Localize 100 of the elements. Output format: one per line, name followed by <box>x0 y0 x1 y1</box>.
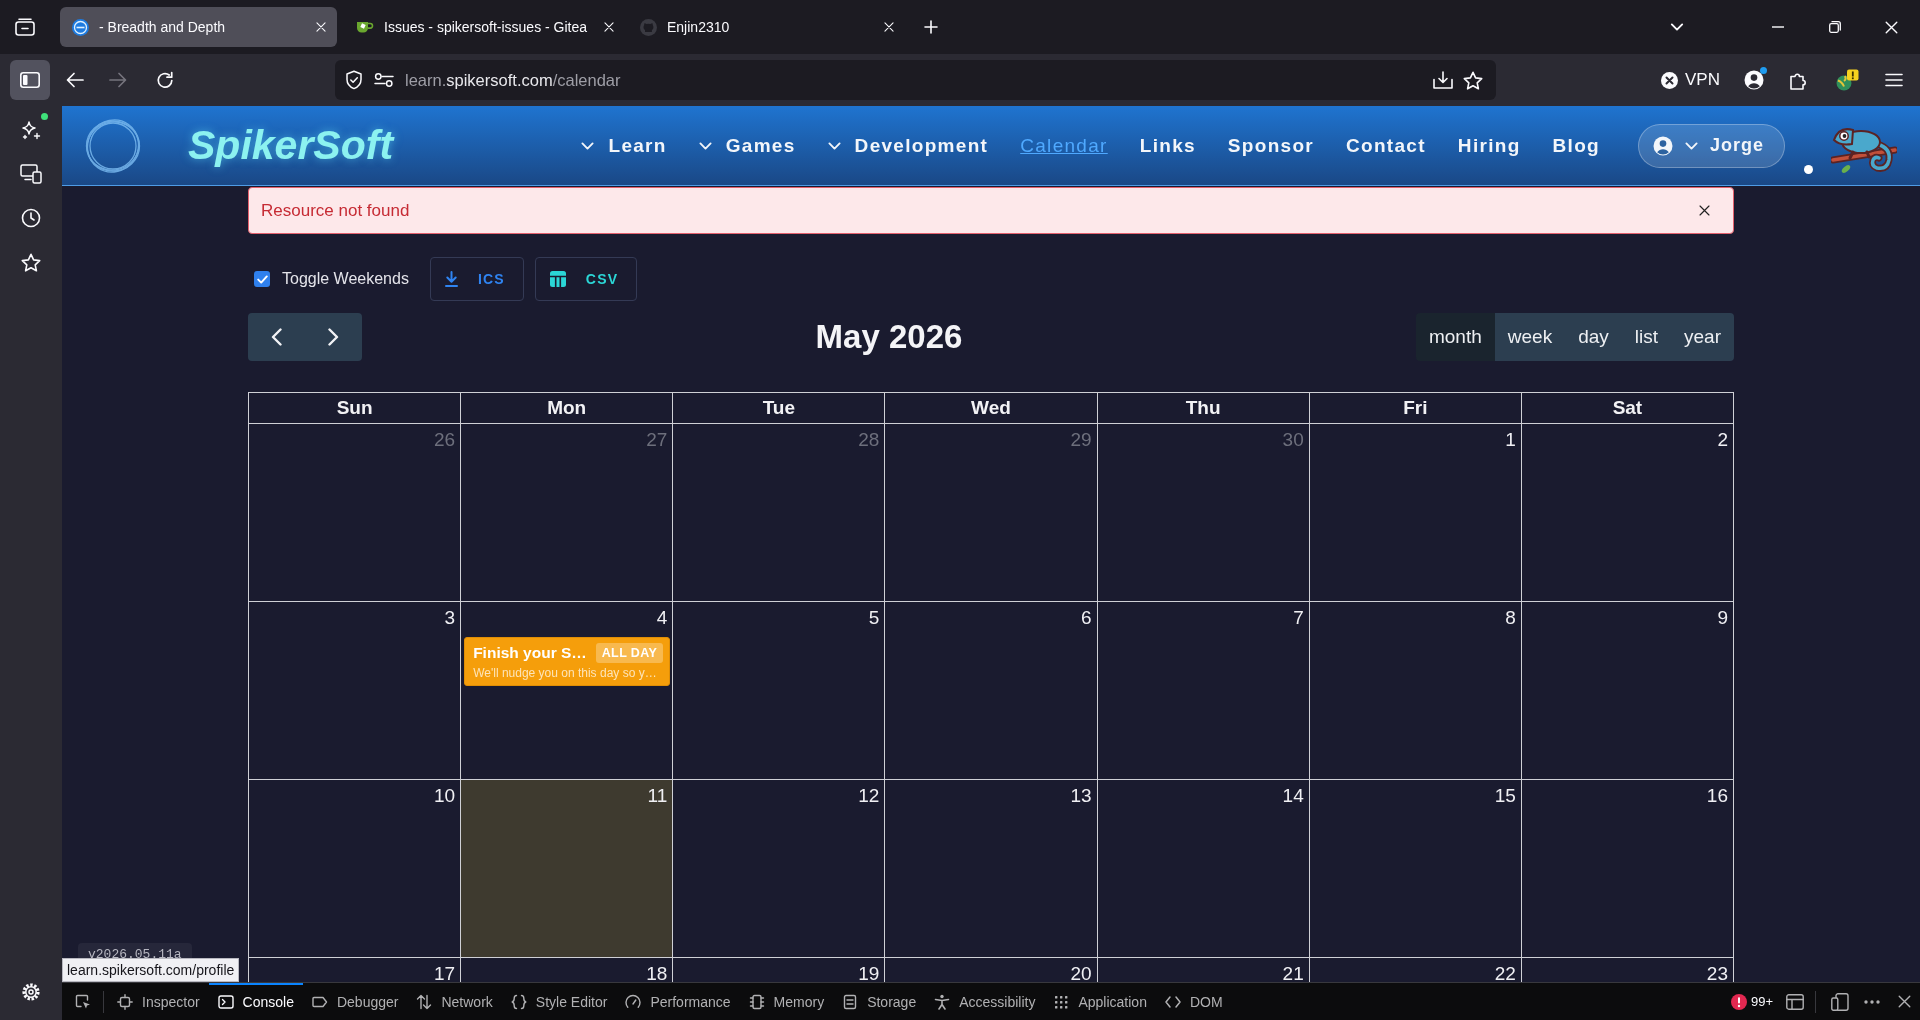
close-icon <box>1698 205 1710 216</box>
settings-icon <box>21 982 41 1002</box>
weekday-header: Mon <box>461 393 674 424</box>
link-status-tooltip: learn.spikersoft.com/profile <box>62 958 240 982</box>
sparkle-icon <box>21 120 41 140</box>
more-icon <box>1864 999 1880 1004</box>
devtools-tab[interactable]: Performance <box>616 983 740 1020</box>
status-dot-icon <box>41 113 48 120</box>
devtools-tab[interactable]: Style Editor <box>501 983 617 1020</box>
weekday-header: Sat <box>1521 393 1734 424</box>
browser-tab[interactable]: Enjin2310 <box>628 7 905 47</box>
devtools-tab[interactable]: Network <box>407 983 502 1020</box>
checkbox-label[interactable]: Toggle Weekends <box>282 270 409 288</box>
day-number: 2 <box>1717 429 1728 451</box>
devtools-tab[interactable]: Debugger <box>302 983 408 1020</box>
calendar-title: May 2026 <box>815 318 963 356</box>
view-button[interactable]: year <box>1671 313 1734 361</box>
day-number: 9 <box>1717 607 1728 629</box>
nav-link[interactable]: Games <box>698 134 796 157</box>
nav-link[interactable]: Links <box>1139 134 1196 157</box>
vpn-button[interactable]: VPN <box>1655 64 1726 96</box>
day-number: 7 <box>1293 607 1304 629</box>
sidebar-toggle-button[interactable] <box>10 60 50 100</box>
day-number: 10 <box>434 785 456 807</box>
site-brand[interactable]: SpikerSoft <box>188 122 394 169</box>
nav-link[interactable]: Sponsor <box>1227 134 1315 157</box>
day-number: 19 <box>858 963 880 982</box>
error-icon <box>1730 993 1747 1010</box>
export-button[interactable]: ICS <box>429 257 524 301</box>
devtools-tab[interactable]: Application <box>1044 983 1156 1020</box>
day-number: 4 <box>656 607 668 629</box>
minimize-icon <box>1771 26 1784 28</box>
day-number: 29 <box>1070 429 1092 451</box>
close-icon <box>604 22 615 32</box>
crosshair-icon <box>117 993 133 1010</box>
menu-icon <box>1884 73 1903 87</box>
devtools-tab[interactable]: Console <box>208 983 303 1020</box>
browser-tab[interactable]: Issues - spikersoft-issues - Gitea <box>344 7 621 47</box>
caret-icon <box>1684 141 1698 150</box>
devtools-tab[interactable]: Memory <box>739 983 834 1020</box>
day-number: 5 <box>868 607 880 629</box>
day-number: 20 <box>1070 963 1092 982</box>
view-button[interactable]: month <box>1415 313 1495 361</box>
weekday-header: Fri <box>1309 393 1522 424</box>
person-icon <box>934 993 951 1010</box>
view-button[interactable]: day <box>1565 313 1622 361</box>
user-menu-button[interactable]: Jorge <box>1637 123 1785 168</box>
day-number: 8 <box>1505 607 1516 629</box>
restore-icon <box>1828 21 1841 33</box>
chip-icon <box>748 993 765 1010</box>
devtools-tab[interactable]: Accessibility <box>925 983 1045 1020</box>
nav-link[interactable]: Development <box>827 134 989 157</box>
nav-link[interactable]: Learn <box>581 134 667 157</box>
table-icon <box>549 271 566 287</box>
nav-link[interactable]: Hiring <box>1457 134 1521 157</box>
notification-dot-icon <box>1759 67 1767 74</box>
devtools-tab[interactable]: DOM <box>1155 983 1232 1020</box>
weekday-header: Tue <box>673 393 886 424</box>
day-number: 21 <box>1282 963 1304 982</box>
close-icon <box>884 22 894 32</box>
caret-icon <box>827 141 841 150</box>
alert-message: Resource not found <box>261 200 411 221</box>
teacup-icon <box>356 20 374 34</box>
devtools-tab[interactable]: Storage <box>833 983 926 1020</box>
view-button[interactable]: week <box>1494 313 1566 361</box>
braces-icon <box>510 993 527 1010</box>
day-number: 30 <box>1282 429 1304 451</box>
view-button[interactable]: list <box>1621 313 1671 361</box>
export-button[interactable]: CSV <box>534 257 638 301</box>
shield-check-icon <box>345 70 363 90</box>
x-circle-icon <box>1661 71 1678 89</box>
devtools-tab[interactable]: Inspector <box>108 983 209 1020</box>
nav-link[interactable]: Blog <box>1552 134 1600 157</box>
day-number: 23 <box>1706 963 1728 982</box>
event-title: Finish your S… <box>473 644 587 662</box>
day-number: 28 <box>858 429 880 451</box>
caret-icon <box>581 141 595 150</box>
reload-icon <box>156 71 174 89</box>
browser-tab[interactable]: - Breadth and Depth <box>60 7 337 47</box>
cat-logo-icon <box>640 18 657 36</box>
ring-logo-icon <box>85 117 141 174</box>
day-number: 17 <box>434 963 456 982</box>
caret-icon <box>1670 23 1684 31</box>
dot-icon <box>1804 165 1813 174</box>
forward-arrow-icon <box>109 72 127 88</box>
star-icon <box>21 252 41 272</box>
day-number: 3 <box>444 607 456 629</box>
error-count-button[interactable]: 99+ <box>1726 986 1777 1017</box>
download-tray-icon <box>1433 71 1453 89</box>
chevron-left-icon <box>271 328 282 346</box>
angle-brackets-icon <box>1164 993 1181 1010</box>
url-field[interactable]: learn.spikersoft.com/calendar <box>405 70 1428 90</box>
day-number: 6 <box>1081 607 1092 629</box>
weekends-checkbox[interactable] <box>254 271 270 287</box>
weekday-header: Thu <box>1097 393 1310 424</box>
caret-icon <box>698 141 712 150</box>
disc-favicon-icon <box>72 18 89 36</box>
nav-link[interactable]: Contact <box>1346 134 1426 157</box>
day-number: 11 <box>647 785 668 807</box>
all-day-badge: ALL DAY <box>595 643 664 663</box>
